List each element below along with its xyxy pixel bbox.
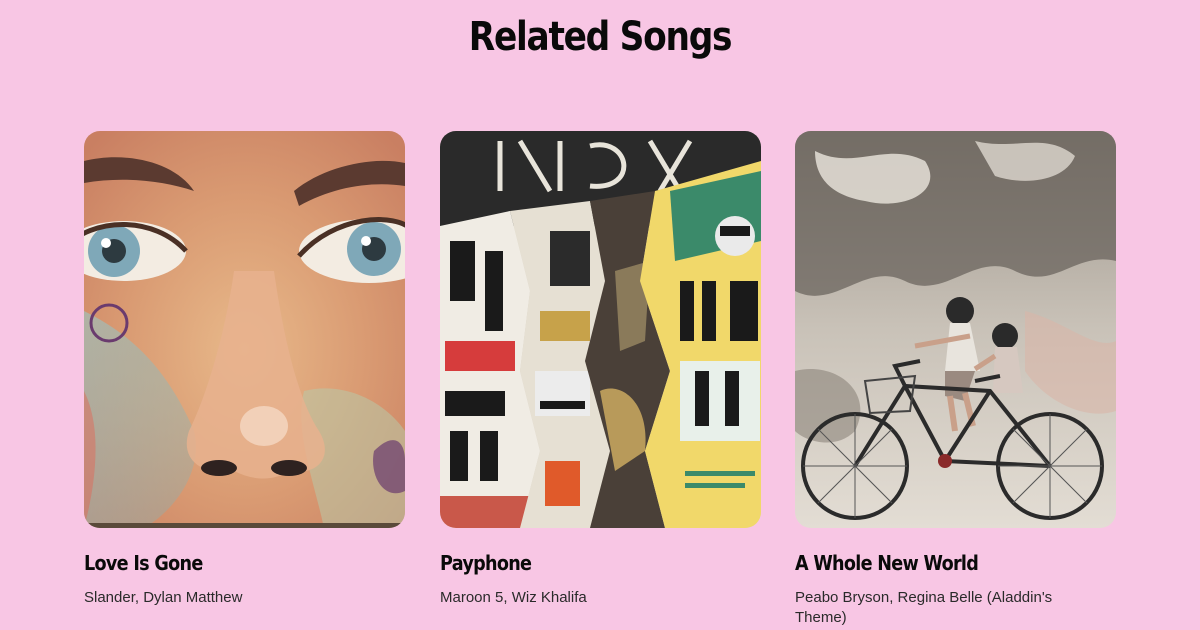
song-title[interactable]: Love Is Gone — [84, 551, 366, 575]
song-card[interactable]: Love Is Gone Slander, Dylan Matthew — [84, 131, 405, 608]
song-card[interactable]: Payphone Maroon 5, Wiz Khalifa — [440, 131, 761, 608]
face-mural-illustration — [84, 131, 405, 528]
page-title: Related Songs — [468, 14, 733, 60]
album-art-image[interactable] — [440, 131, 761, 528]
song-title[interactable]: Payphone — [440, 551, 722, 575]
song-artist: Peabo Bryson, Regina Belle (Aladdin's Th… — [795, 589, 1053, 626]
song-artist: Slander, Dylan Matthew — [84, 589, 243, 606]
song-card[interactable]: A Whole New World Peabo Bryson, Regina B… — [795, 131, 1116, 628]
song-artist: Maroon 5, Wiz Khalifa — [440, 589, 587, 606]
bicycle-mural-illustration — [795, 131, 1116, 528]
song-title[interactable]: A Whole New World — [795, 551, 1077, 575]
album-art-image[interactable] — [795, 131, 1116, 528]
album-art-image[interactable] — [84, 131, 405, 528]
torn-posters-illustration — [440, 131, 761, 528]
